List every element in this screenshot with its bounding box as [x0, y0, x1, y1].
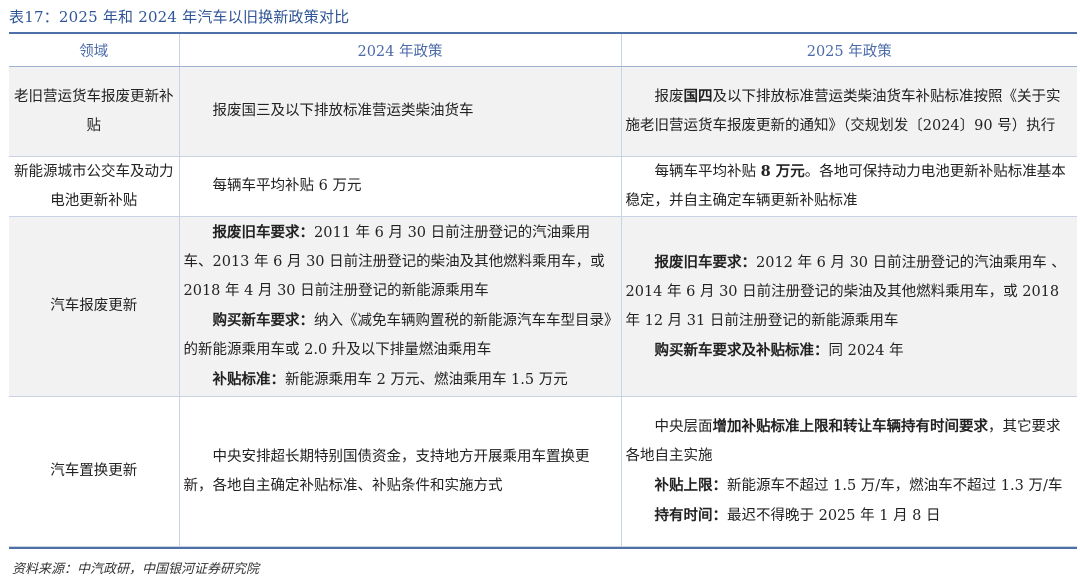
header-2024: 2024 年政策	[179, 34, 622, 67]
row-2025-policy: 报废旧车要求：2012 年 6 月 30 日前注册登记的汽油乘用车 、2014 …	[621, 216, 1077, 397]
table-bottom-rule	[9, 547, 1077, 549]
row-2025-policy: 中央层面增加补贴标准上限和转让车辆持有时间要求，其它要求各地自主实施 补贴上限：…	[621, 396, 1077, 547]
table-row: 新能源城市公交车及动力电池更新补贴 每辆车平均补贴 6 万元 每辆车平均补贴 8…	[9, 156, 1077, 217]
row-2025-policy: 每辆车平均补贴 8 万元。各地可保持动力电池更新补贴标准基本稳定，并自主确定车辆…	[621, 156, 1077, 217]
row-field: 汽车报废更新	[9, 216, 180, 397]
row-2024-policy: 报废国三及以下排放标准营运类柴油货车	[179, 66, 622, 157]
row-2024-policy: 每辆车平均补贴 6 万元	[179, 156, 622, 217]
policy-table: 领域 2024 年政策 2025 年政策 老旧营运货车报废更新补贴 报废国三及以…	[9, 32, 1077, 549]
row-2024-policy: 报废旧车要求：2011 年 6 月 30 日前注册登记的汽油乘用车、2013 年…	[179, 216, 622, 397]
header-field: 领域	[9, 34, 180, 67]
row-field: 新能源城市公交车及动力电池更新补贴	[9, 156, 180, 217]
table-header-row: 领域 2024 年政策 2025 年政策	[9, 34, 1077, 67]
table-row: 汽车报废更新 报废旧车要求：2011 年 6 月 30 日前注册登记的汽油乘用车…	[9, 216, 1077, 397]
header-2025: 2025 年政策	[621, 34, 1077, 67]
row-field: 汽车置换更新	[9, 396, 180, 547]
table-row: 老旧营运货车报废更新补贴 报废国三及以下排放标准营运类柴油货车 报废国四及以下排…	[9, 66, 1077, 157]
source-note: 资料来源：中汽政研，中国银河证券研究院	[12, 562, 260, 577]
row-2024-policy: 中央安排超长期特别国债资金，支持地方开展乘用车置换更新，各地自主确定补贴标准、补…	[179, 396, 622, 547]
table-caption: 表17：2025 年和 2024 年汽车以旧换新政策对比	[9, 8, 350, 26]
row-field: 老旧营运货车报废更新补贴	[9, 66, 180, 157]
table-row: 汽车置换更新 中央安排超长期特别国债资金，支持地方开展乘用车置换更新，各地自主确…	[9, 396, 1077, 547]
row-2025-policy: 报废国四及以下排放标准营运类柴油货车补贴标准按照《关于实施老旧营运货车报废更新的…	[621, 66, 1077, 157]
